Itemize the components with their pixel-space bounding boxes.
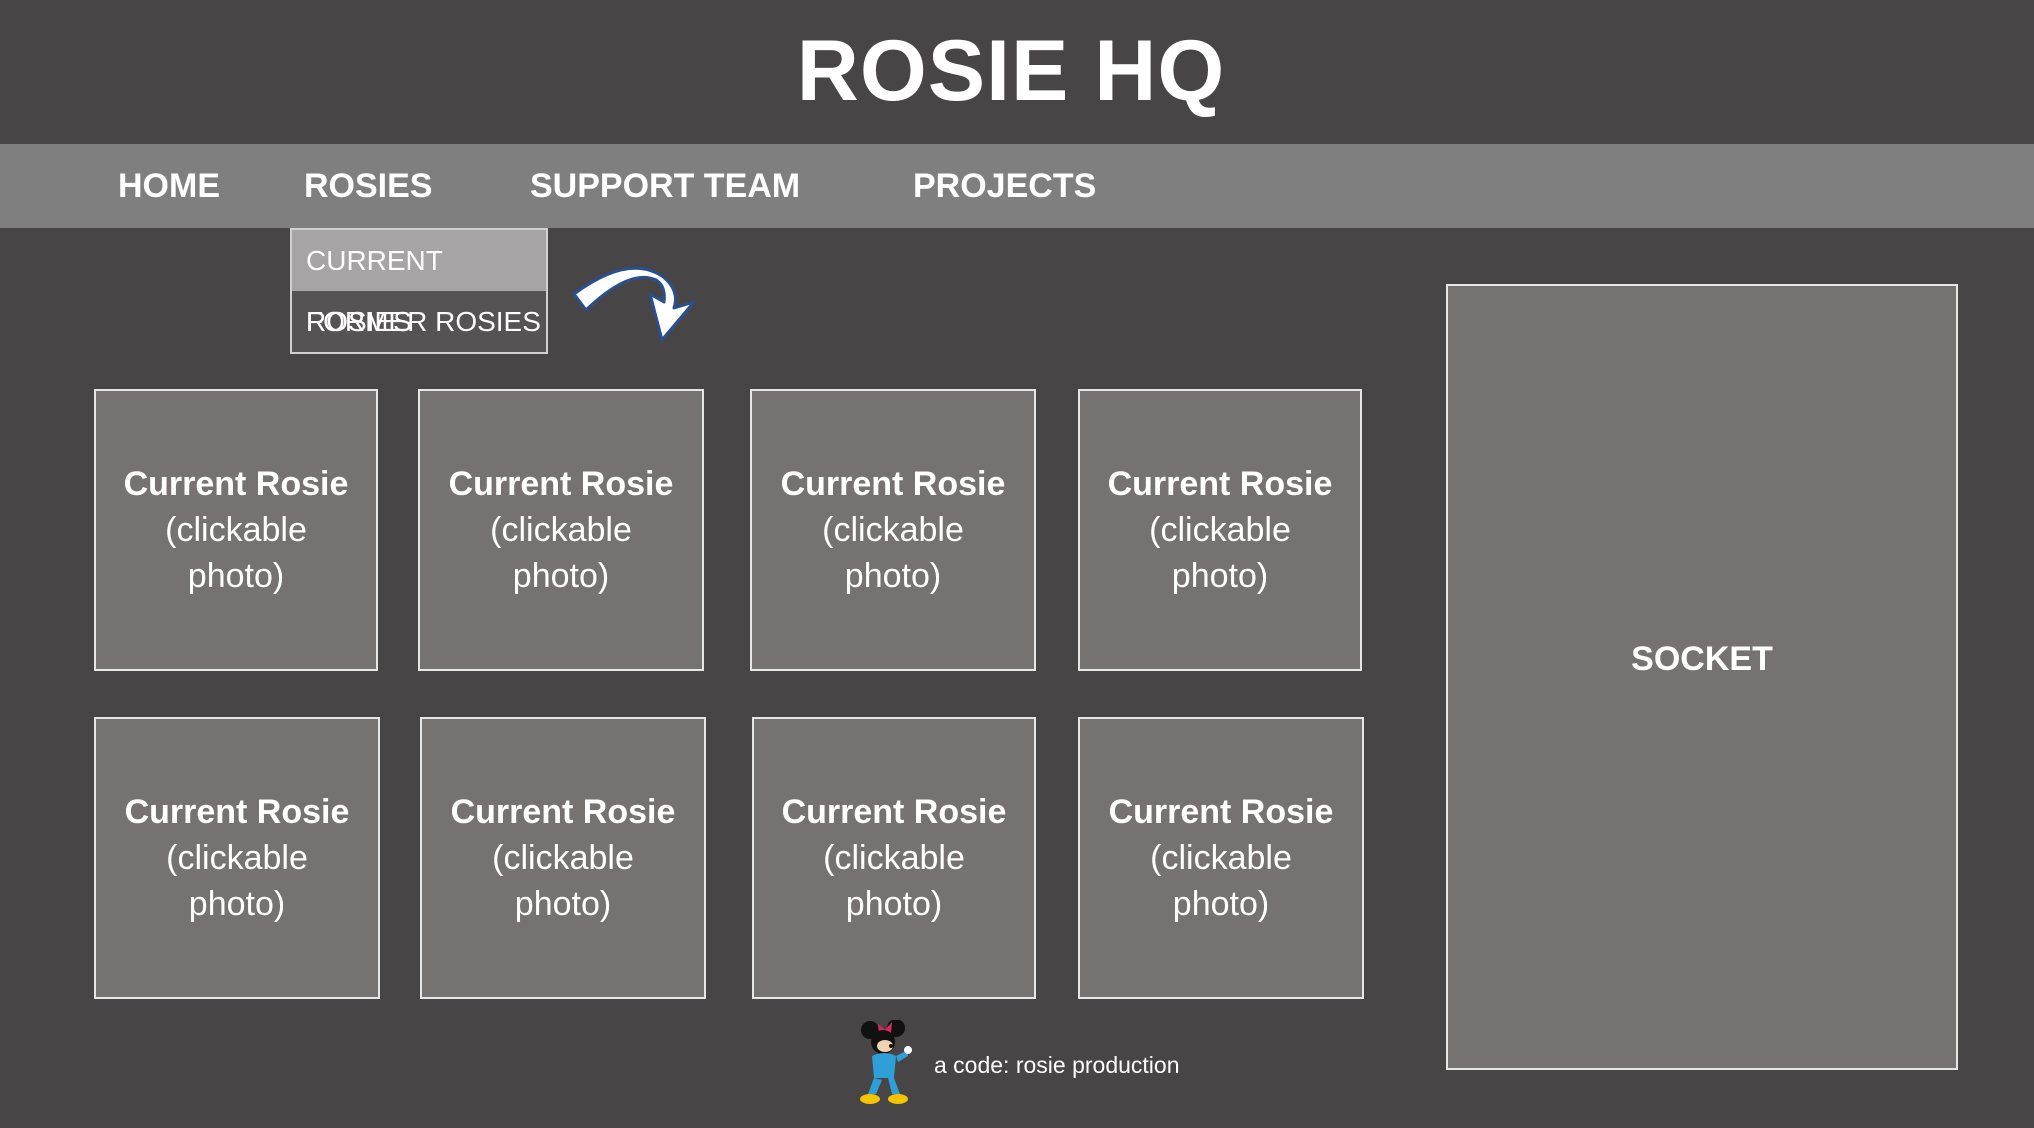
nav-rosies[interactable]: ROSIES — [304, 144, 432, 228]
tile-caption: photo) — [187, 557, 285, 595]
nav-home[interactable]: HOME — [118, 144, 220, 228]
current-rosie-tile[interactable]: Current Rosie (clickable photo) — [418, 389, 704, 671]
tile-caption: (clickable — [165, 511, 307, 549]
rosies-dropdown-menu: CURRENT ROSIES FORMER ROSIES — [290, 228, 548, 354]
tile-caption: (clickable — [166, 839, 308, 877]
tile-caption: (clickable — [492, 839, 634, 877]
current-rosie-tile[interactable]: Current Rosie (clickable photo) — [94, 717, 380, 999]
page: ROSIE HQ HOME ROSIES SUPPORT TEAM PROJEC… — [0, 0, 2034, 1128]
tile-name: Current Rosie — [1108, 793, 1334, 831]
tile-name: Current Rosie — [124, 793, 350, 831]
socket-panel: SOCKET — [1446, 284, 1958, 1070]
tile-name: Current Rosie — [780, 465, 1006, 503]
nav-projects[interactable]: PROJECTS — [913, 144, 1096, 228]
tile-caption: photo) — [1172, 885, 1270, 923]
tile-caption: photo) — [514, 885, 612, 923]
curved-arrow-icon — [572, 266, 696, 342]
site-title: ROSIE HQ — [796, 23, 1226, 119]
tile-caption: (clickable — [823, 839, 965, 877]
tile-name: Current Rosie — [781, 793, 1007, 831]
nav-support-team[interactable]: SUPPORT TEAM — [530, 144, 800, 228]
tile-name: Current Rosie — [448, 465, 674, 503]
current-rosie-tile[interactable]: Current Rosie (clickable photo) — [1078, 389, 1362, 671]
tile-caption: photo) — [1171, 557, 1269, 595]
tile-name: Current Rosie — [1107, 465, 1333, 503]
footer-credit: a code: rosie production — [934, 1052, 1180, 1078]
minnie-mouse-icon — [860, 1020, 912, 1104]
current-rosie-tile[interactable]: Current Rosie (clickable photo) — [94, 389, 378, 671]
tile-caption: photo) — [188, 885, 286, 923]
nav-bar: HOME ROSIES SUPPORT TEAM PROJECTS — [0, 144, 2034, 228]
current-rosie-tile[interactable]: Current Rosie (clickable photo) — [750, 389, 1036, 671]
current-rosie-tile[interactable]: Current Rosie (clickable photo) — [1078, 717, 1364, 999]
dropdown-item-former-rosies[interactable]: FORMER ROSIES — [292, 291, 546, 352]
tile-caption: photo) — [512, 557, 610, 595]
current-rosie-tile[interactable]: Current Rosie (clickable photo) — [420, 717, 706, 999]
tile-caption: (clickable — [490, 511, 632, 549]
dropdown-item-current-rosies[interactable]: CURRENT ROSIES — [292, 230, 546, 337]
tile-name: Current Rosie — [123, 465, 349, 503]
tile-name: Current Rosie — [450, 793, 676, 831]
socket-label: SOCKET — [1631, 639, 1773, 678]
tile-caption: photo) — [844, 557, 942, 595]
current-rosie-tile[interactable]: Current Rosie (clickable photo) — [752, 717, 1036, 999]
tile-caption: (clickable — [1150, 839, 1292, 877]
tile-caption: (clickable — [1149, 511, 1291, 549]
tile-caption: photo) — [845, 885, 943, 923]
tile-caption: (clickable — [822, 511, 964, 549]
